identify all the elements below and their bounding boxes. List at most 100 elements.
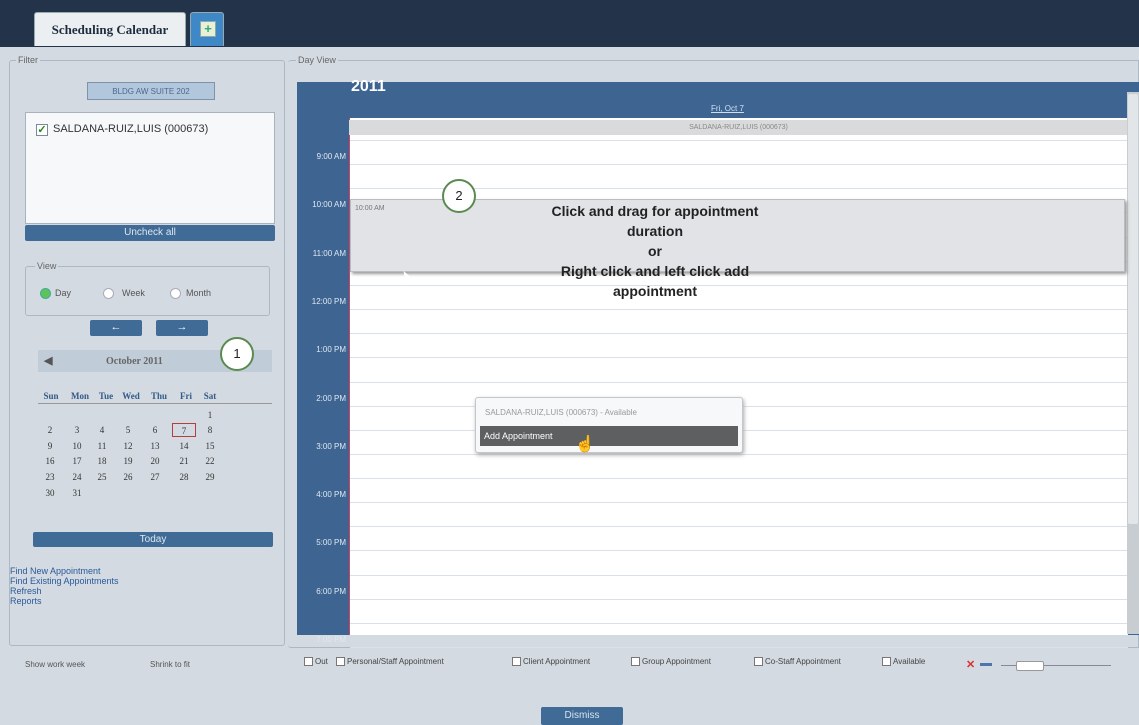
calendar-day[interactable]: 27 xyxy=(143,470,167,484)
calendar-day[interactable]: 26 xyxy=(116,470,140,484)
legend-checkbox[interactable] xyxy=(754,657,763,667)
calendar-day[interactable]: 10 xyxy=(65,439,89,453)
reports-link[interactable]: Reports xyxy=(10,596,42,606)
next-button[interactable]: → xyxy=(156,320,208,336)
calendar-day[interactable]: 19 xyxy=(116,454,140,468)
uncheck-all-button[interactable]: Uncheck all xyxy=(25,225,275,241)
tab-add[interactable]: + xyxy=(190,12,224,46)
calendar-day[interactable]: 28 xyxy=(172,470,196,484)
today-button[interactable]: Today xyxy=(33,532,273,547)
calendar-day[interactable]: 7 xyxy=(172,423,196,437)
calendar-day[interactable]: 21 xyxy=(172,454,196,468)
legend-checkbox[interactable] xyxy=(336,657,345,667)
legend-checkbox[interactable] xyxy=(631,657,640,667)
calendar-day[interactable]: 16 xyxy=(38,454,62,468)
hour-label: 12:00 PM xyxy=(311,296,346,306)
calendar-day[interactable]: 25 xyxy=(90,470,114,484)
dayview-date-link[interactable]: Fri, Oct 7 xyxy=(711,104,744,113)
calendar-day[interactable]: 18 xyxy=(90,454,114,468)
zoom-control: ✕ xyxy=(966,659,1139,673)
calendar-day[interactable]: 6 xyxy=(143,423,167,437)
zoom-slider[interactable] xyxy=(1016,661,1044,671)
zoom-out-icon[interactable] xyxy=(980,663,992,666)
add-appointment-menu-item[interactable]: Add Appointment xyxy=(480,426,738,446)
calendar-divider xyxy=(38,403,272,404)
drag-start-time: 10:00 AM xyxy=(355,205,385,212)
legend-group[interactable]: Group Appointment xyxy=(631,657,711,667)
dow-label: Fri xyxy=(180,391,192,401)
legend-label: Personal/Staff Appointment xyxy=(347,657,444,666)
hour-gridline xyxy=(350,453,1128,455)
calendar-day[interactable]: 23 xyxy=(38,470,62,484)
staff-checkbox[interactable]: ✓ xyxy=(36,124,48,136)
calendar-day[interactable]: 31 xyxy=(65,486,89,500)
radio-month[interactable] xyxy=(170,288,181,299)
calendar-day[interactable]: 9 xyxy=(38,439,62,453)
dismiss-button[interactable]: Dismiss xyxy=(541,707,623,725)
calendar-day[interactable]: 13 xyxy=(143,439,167,453)
legend-out[interactable]: Out xyxy=(304,657,328,667)
show-work-week-label: Show work week xyxy=(25,660,86,669)
calendar-day[interactable]: 17 xyxy=(65,454,89,468)
staff-column-header: SALDANA-RUIZ,LUIS (000673) xyxy=(349,120,1128,135)
calendar-day[interactable]: 15 xyxy=(198,439,222,453)
tab-scheduling-calendar[interactable]: Scheduling Calendar xyxy=(34,12,186,46)
legend-checkbox[interactable] xyxy=(882,657,891,667)
show-work-week-option[interactable]: Show work week xyxy=(25,660,85,669)
calendar-day[interactable]: 8 xyxy=(198,423,222,437)
scrollbar-thumb[interactable] xyxy=(1128,94,1138,524)
legend-available[interactable]: Available xyxy=(882,657,926,667)
zoom-reset-icon[interactable]: ✕ xyxy=(966,658,975,671)
calendar-day[interactable]: 22 xyxy=(198,454,222,468)
mini-calendar: ◀ October 2011 Sun Mon Tue Wed Thu Fri S… xyxy=(38,350,272,540)
calendar-day[interactable]: 4 xyxy=(90,423,114,437)
hour-gridline xyxy=(350,526,1128,528)
find-new-appointment-link[interactable]: Find New Appointment xyxy=(10,566,101,576)
legend-costaff[interactable]: Co-Staff Appointment xyxy=(754,657,841,667)
dow-label: Thu xyxy=(150,391,167,401)
legend-label: Available xyxy=(893,657,926,666)
instructions-line: Right click and left click add xyxy=(560,263,750,279)
hour-gridline xyxy=(350,164,1128,165)
legend-checkbox[interactable] xyxy=(512,657,521,667)
calendar-day[interactable]: 20 xyxy=(143,454,167,468)
find-existing-appointments-link[interactable]: Find Existing Appointments xyxy=(10,576,119,586)
hand-pointer-icon: ☝ xyxy=(575,436,595,453)
legend-checkbox[interactable] xyxy=(304,657,313,667)
instructions-line: duration xyxy=(627,223,683,239)
calendar-day[interactable]: 2 xyxy=(38,423,62,437)
shrink-to-fit-option[interactable]: Shrink to fit xyxy=(150,660,190,669)
calendar-day[interactable]: 29 xyxy=(198,470,222,484)
dayview-legend: Day View xyxy=(296,55,338,65)
legend-personal[interactable]: Personal/Staff Appointment xyxy=(336,657,444,667)
hour-gridline xyxy=(350,140,1128,141)
calendar-day[interactable]: 30 xyxy=(38,486,62,500)
calendar-day[interactable]: 1 xyxy=(198,408,222,422)
prev-month-icon[interactable]: ◀ xyxy=(44,354,52,367)
calendar-add-icon: + xyxy=(200,21,216,37)
prev-button[interactable]: ← xyxy=(90,320,142,336)
radio-week-label: Week xyxy=(122,288,145,298)
dow-label: Sat xyxy=(203,391,217,401)
hour-label: 2:00 PM xyxy=(316,393,346,403)
calendar-day[interactable]: 12 xyxy=(116,439,140,453)
radio-day-label: Day xyxy=(55,288,72,298)
legend-label: Group Appointment xyxy=(642,657,711,666)
refresh-link[interactable]: Refresh xyxy=(10,586,42,596)
staff-label: SALDANA-RUIZ,LUIS (000673) xyxy=(53,123,209,135)
legend-label: Co-Staff Appointment xyxy=(765,657,841,666)
calendar-day[interactable]: 11 xyxy=(90,439,114,453)
context-menu: SALDANA-RUIZ,LUIS (000673) - Available A… xyxy=(475,397,743,453)
legend-client[interactable]: Client Appointment xyxy=(512,657,590,667)
radio-week[interactable] xyxy=(103,288,114,299)
filter-legend: Filter xyxy=(16,55,40,65)
calendar-day[interactable]: 14 xyxy=(172,439,196,453)
location-select[interactable]: BLDG AW SUITE 202 xyxy=(87,82,215,100)
hour-gridline xyxy=(350,623,1128,624)
calendar-day[interactable]: 5 xyxy=(116,423,140,437)
calendar-day[interactable]: 3 xyxy=(65,423,89,437)
instructions-text: Click and drag for appointment duration … xyxy=(470,201,840,301)
radio-day[interactable] xyxy=(40,288,51,299)
dow-label: Wed xyxy=(122,391,140,401)
calendar-day[interactable]: 24 xyxy=(65,470,89,484)
